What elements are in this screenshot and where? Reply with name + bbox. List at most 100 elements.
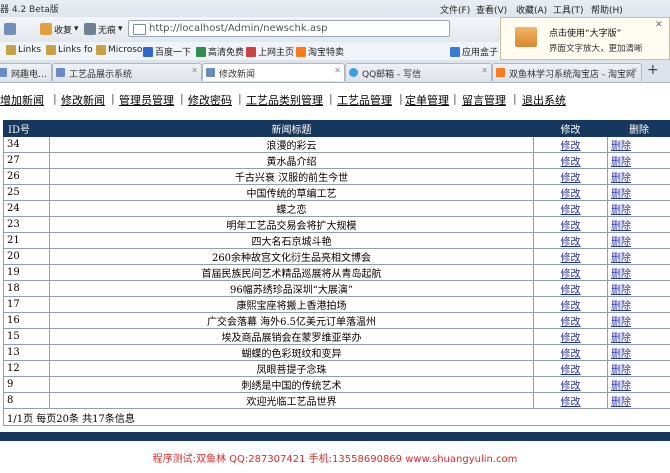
table-row: 34 浪漫的彩云 修改 删除 <box>3 136 670 153</box>
bookmark-hd[interactable]: 高清免费 <box>196 45 244 58</box>
bookmark-links-fo[interactable]: Links fo <box>46 45 93 55</box>
bookmark-baidu[interactable]: 百度一下 <box>143 45 191 58</box>
edit-link[interactable]: 修改 <box>561 365 581 376</box>
table-row: 13 蝴蝶的色彩斑纹和变异 修改 删除 <box>3 344 670 361</box>
edit-link[interactable]: 修改 <box>561 253 581 264</box>
edit-link[interactable]: 修改 <box>561 205 581 216</box>
edit-link[interactable]: 修改 <box>561 349 581 360</box>
nav-admin-manage[interactable]: 管理员管理 <box>119 92 174 108</box>
delete-cell: 删除 <box>607 312 670 329</box>
tab-2[interactable]: 工艺品展示系统 ✕ <box>52 63 202 81</box>
header-delete: 删除 <box>607 120 670 137</box>
edit-link[interactable]: 修改 <box>561 381 581 392</box>
delete-link[interactable]: 删除 <box>611 269 631 280</box>
app-icon <box>450 46 460 57</box>
edit-link[interactable]: 修改 <box>561 333 581 344</box>
nav-category-manage[interactable]: 工艺品类别管理 <box>246 92 323 108</box>
address-text: http://localhost/Admin/newschk.asp <box>149 23 328 34</box>
tab-5[interactable]: 双鱼林学习系统淘宝店 - 淘宝网 ✕ <box>492 63 642 81</box>
new-tab-button[interactable]: + <box>647 62 659 78</box>
close-icon[interactable]: ✕ <box>655 20 663 30</box>
delete-link[interactable]: 删除 <box>611 205 631 216</box>
bookmark-home[interactable]: 上网主页 <box>246 45 294 58</box>
edit-link[interactable]: 修改 <box>561 157 581 168</box>
menu-favorites[interactable]: 收藏(A) <box>516 3 547 16</box>
delete-link[interactable]: 删除 <box>611 189 631 200</box>
edit-link[interactable]: 修改 <box>561 173 581 184</box>
bookmark-label: 百度一下 <box>155 48 192 58</box>
address-bar[interactable]: http://localhost/Admin/newschk.asp <box>128 20 450 37</box>
nav-change-password[interactable]: 修改密码 <box>188 92 232 108</box>
bookmark-label: Links <box>18 45 42 55</box>
bookmark-links[interactable]: Links <box>6 45 41 55</box>
large-font-popup[interactable]: 点击使用“大字版” 界面文字放大，更加清晰 ✕ <box>500 17 670 60</box>
delete-link[interactable]: 删除 <box>611 157 631 168</box>
delete-link[interactable]: 删除 <box>611 381 631 392</box>
edit-link[interactable]: 修改 <box>561 237 581 248</box>
bookmark-label: Microso <box>108 45 143 55</box>
edit-link[interactable]: 修改 <box>561 189 581 200</box>
bookmark-taobao[interactable]: 淘宝特卖 <box>296 45 344 58</box>
delete-link[interactable]: 删除 <box>611 173 631 184</box>
nav-add-news[interactable]: 增加新闻 <box>0 92 44 108</box>
delete-cell: 删除 <box>607 216 670 233</box>
restore-button[interactable]: 收复 ▾ <box>40 21 79 37</box>
delete-link[interactable]: 删除 <box>611 333 631 344</box>
bookmark-label: 应用盒子 <box>462 48 499 58</box>
tab-1[interactable]: 网趣电… <box>0 63 52 81</box>
close-icon[interactable]: ✕ <box>334 66 341 75</box>
edit-link[interactable]: 修改 <box>561 141 581 152</box>
delete-link[interactable]: 删除 <box>611 349 631 360</box>
browser-title-bar: 器 4.2 Beta版 文件(F) 查看(V) 收藏(A) 工具(T) 帮助(H… <box>0 0 670 17</box>
gift-box-icon <box>515 27 537 47</box>
close-icon[interactable]: ✕ <box>631 66 638 75</box>
delete-cell: 删除 <box>607 296 670 313</box>
taobao-icon <box>296 46 306 57</box>
news-id: 26 <box>3 168 50 185</box>
edit-link[interactable]: 修改 <box>561 397 581 408</box>
menu-tools[interactable]: 工具(T) <box>553 3 584 16</box>
menu-file[interactable]: 文件(F) <box>440 3 470 16</box>
menu-help[interactable]: 帮助(H) <box>591 3 623 16</box>
delete-link[interactable]: 删除 <box>611 301 631 312</box>
edit-link[interactable]: 修改 <box>561 285 581 296</box>
delete-link[interactable]: 删除 <box>611 237 631 248</box>
nav-logout[interactable]: 退出系统 <box>522 92 566 108</box>
delete-link[interactable]: 删除 <box>611 365 631 376</box>
delete-link[interactable]: 删除 <box>611 285 631 296</box>
delete-link[interactable]: 删除 <box>611 397 631 408</box>
menu-view[interactable]: 查看(V) <box>476 3 507 16</box>
edit-link[interactable]: 修改 <box>561 221 581 232</box>
delete-link[interactable]: 删除 <box>611 141 631 152</box>
delete-cell: 删除 <box>607 264 670 281</box>
bookmark-appbox[interactable]: 应用盒子 <box>450 45 498 58</box>
edit-cell: 修改 <box>533 200 608 217</box>
delete-cell: 删除 <box>607 344 670 361</box>
home-button[interactable] <box>4 21 16 37</box>
edit-cell: 修改 <box>533 168 608 185</box>
nav-separator: | <box>111 92 115 105</box>
news-id: 23 <box>3 216 50 233</box>
nav-message-manage[interactable]: 留言管理 <box>462 92 506 108</box>
close-icon[interactable]: ✕ <box>191 66 198 75</box>
bookmark-microsoft[interactable]: Microso <box>96 45 142 55</box>
table-row: 25 中国传统的草编工艺 修改 删除 <box>3 184 670 201</box>
delete-link[interactable]: 删除 <box>611 253 631 264</box>
close-icon[interactable]: ✕ <box>481 66 488 75</box>
nav-edit-news[interactable]: 修改新闻 <box>61 92 105 108</box>
delete-link[interactable]: 删除 <box>611 221 631 232</box>
restore-label: 收复 <box>54 25 73 36</box>
edit-link[interactable]: 修改 <box>561 301 581 312</box>
tab-3[interactable]: 修改新闻 ✕ <box>202 63 345 81</box>
incognito-button[interactable]: 无痕 ▾ <box>84 21 123 37</box>
edit-link[interactable]: 修改 <box>561 317 581 328</box>
nav-product-manage[interactable]: 工艺品管理 <box>337 92 392 108</box>
edit-link[interactable]: 修改 <box>561 269 581 280</box>
edit-cell: 修改 <box>533 392 608 409</box>
table-row: 15 埃及商品展销会在蒙罗维亚举办 修改 删除 <box>3 328 670 345</box>
tab-4[interactable]: QQ邮箱 - 写信 ✕ <box>345 63 492 81</box>
nav-order-manage[interactable]: 定单管理 <box>405 92 449 108</box>
table-row: 12 凤眼菩提子念珠 修改 删除 <box>3 360 670 377</box>
delete-link[interactable]: 删除 <box>611 317 631 328</box>
browser-title: 器 4.2 Beta版 <box>0 5 59 15</box>
